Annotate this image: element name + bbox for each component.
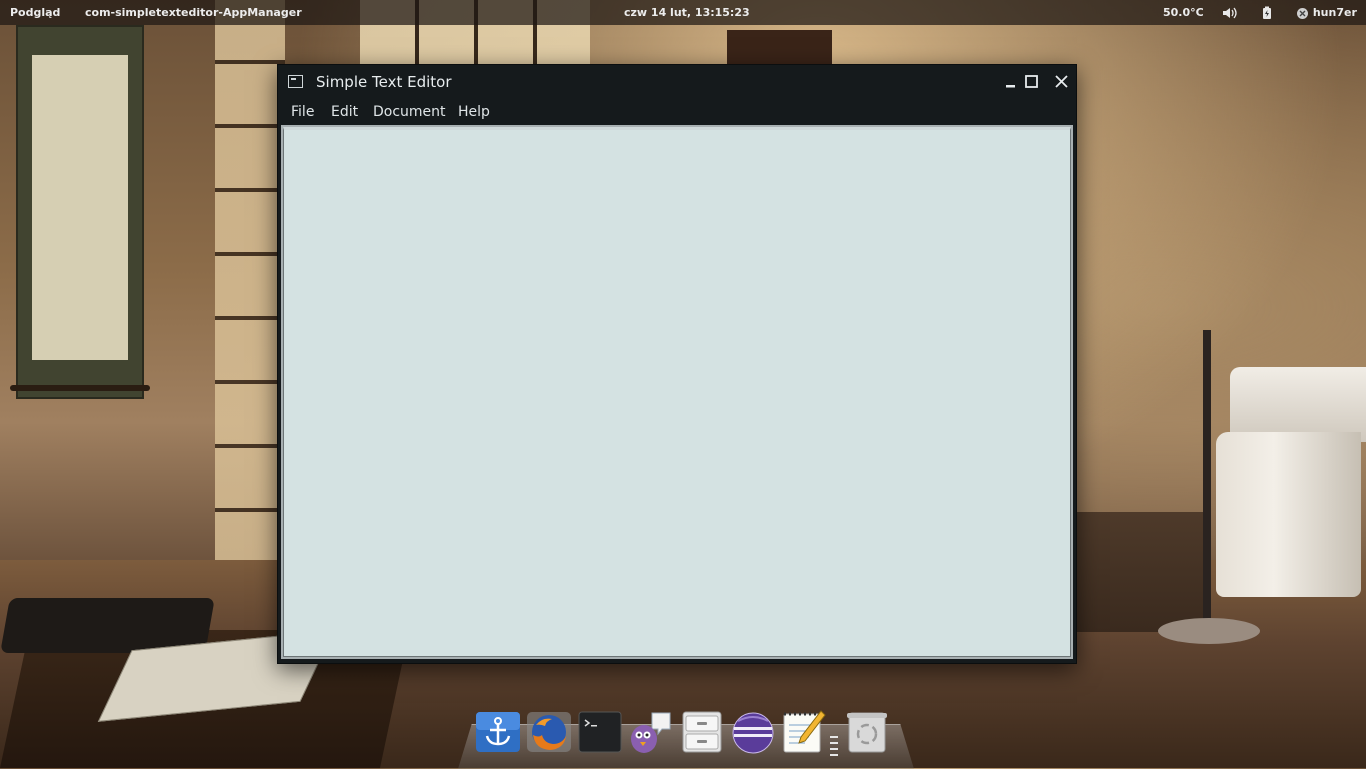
menu-file[interactable]: File	[291, 100, 314, 124]
wallpaper-towel-rack-base	[1158, 618, 1260, 644]
user-status-icon	[1297, 7, 1308, 19]
wallpaper-tub	[1076, 512, 1206, 632]
temperature-indicator[interactable]: 50.0°C	[1163, 0, 1204, 25]
file-cabinet-icon[interactable]	[679, 709, 725, 755]
wallpaper-towel-top	[1230, 367, 1366, 442]
maximize-button[interactable]	[1023, 73, 1041, 91]
minimize-button[interactable]	[1002, 73, 1020, 91]
user-name: hun7er	[1312, 6, 1357, 19]
close-button[interactable]	[1053, 73, 1071, 91]
battery-icon[interactable]	[1262, 0, 1272, 25]
activities-button[interactable]: Podgląd	[10, 0, 60, 25]
editor-frame	[281, 125, 1073, 659]
app-menu-button[interactable]: com-simpletexteditor-AppManager	[85, 0, 302, 25]
wallpaper-scroll-rod	[10, 385, 150, 391]
pidgin-icon[interactable]	[628, 709, 674, 755]
wallpaper-towel-bottom	[1216, 432, 1361, 597]
dock-separator	[830, 736, 838, 758]
menu-edit[interactable]: Edit	[331, 100, 358, 124]
top-panel: Podgląd com-simpletexteditor-AppManager …	[0, 0, 1366, 25]
wallpaper-screen-left	[215, 0, 285, 560]
wallpaper-door	[727, 30, 832, 66]
menu-bar: File Edit Document Help	[278, 100, 1076, 126]
window-title: Simple Text Editor	[316, 73, 452, 91]
eclipse-icon[interactable]	[730, 709, 776, 755]
firefox-icon[interactable]	[526, 709, 572, 755]
terminal-icon[interactable]	[577, 709, 623, 755]
wallpaper-scroll-paper	[32, 55, 128, 360]
titlebar[interactable]: Simple Text Editor	[278, 65, 1076, 100]
menu-help[interactable]: Help	[458, 100, 490, 124]
menu-document[interactable]: Document	[373, 100, 446, 124]
terminal-window-icon	[288, 75, 303, 88]
text-editor-area[interactable]	[283, 127, 1071, 657]
text-editor-icon[interactable]	[781, 709, 827, 755]
clock[interactable]: czw 14 lut, 13:15:23	[624, 0, 750, 25]
trash-icon[interactable]	[844, 709, 890, 755]
text-editor-window: Simple Text Editor File Edit Document He…	[277, 64, 1077, 664]
wallpaper-towel-rack	[1203, 330, 1211, 635]
wallpaper-hanging-scroll	[16, 25, 144, 399]
volume-icon[interactable]	[1222, 0, 1238, 25]
anchor-app-icon[interactable]	[475, 709, 521, 755]
user-menu[interactable]: hun7er	[1296, 0, 1357, 25]
